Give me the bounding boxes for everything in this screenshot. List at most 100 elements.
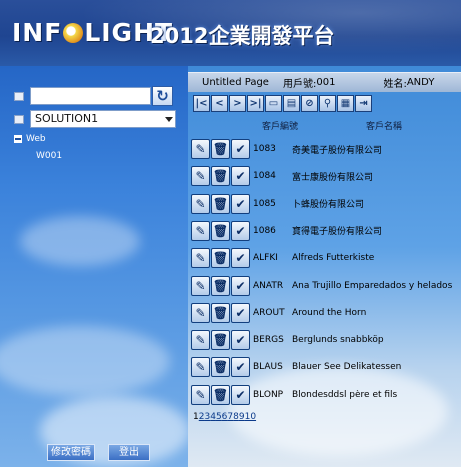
edit-button[interactable]: ✎ bbox=[191, 302, 210, 323]
customer-id-cell: 1083 bbox=[253, 144, 276, 154]
trash-icon: 🗑 bbox=[212, 305, 229, 320]
chevron-down-icon bbox=[165, 117, 173, 122]
edit-button[interactable]: ✎ bbox=[191, 166, 210, 187]
trash-icon: 🗑 bbox=[212, 169, 229, 184]
checkmark-icon: ✔ bbox=[235, 387, 246, 402]
first-page-button[interactable]: |< bbox=[193, 95, 210, 112]
select-button[interactable]: ✔ bbox=[231, 330, 250, 351]
pencil-icon: ✎ bbox=[195, 333, 206, 348]
previous-page-button[interactable]: < bbox=[211, 95, 228, 112]
trash-icon: 🗑 bbox=[212, 278, 229, 293]
refresh-button[interactable]: ↻ bbox=[152, 86, 173, 106]
search-row: ↻ bbox=[14, 86, 173, 106]
customer-id-cell: ANATR bbox=[253, 280, 284, 291]
table-row: ✎ 🗑 ✔ 1084 富士康股份有限公司 bbox=[191, 165, 461, 187]
select-button[interactable]: ✔ bbox=[231, 166, 250, 187]
pager: 12345678910 bbox=[193, 412, 256, 422]
page-link[interactable]: 10 bbox=[245, 412, 256, 422]
select-button[interactable]: ✔ bbox=[231, 384, 250, 405]
customer-name-cell: Alfreds Futterkiste bbox=[292, 253, 375, 264]
customer-name-header[interactable]: 客戶名稱 bbox=[366, 119, 402, 132]
collapse-icon[interactable] bbox=[14, 135, 22, 143]
user-id: 001 bbox=[316, 77, 336, 88]
pencil-icon: ✎ bbox=[195, 251, 206, 266]
pencil-icon: ✎ bbox=[195, 169, 206, 184]
cancel-icon: ⊘ bbox=[305, 98, 314, 109]
delete-button[interactable]: 🗑 bbox=[211, 302, 230, 323]
pencil-icon: ✎ bbox=[195, 387, 206, 402]
delete-button[interactable]: 🗑 bbox=[211, 139, 230, 159]
trash-icon: 🗑 bbox=[212, 251, 229, 266]
customer-name-cell: Around the Horn bbox=[292, 307, 367, 318]
print-preview-button[interactable]: ▤ bbox=[283, 95, 300, 112]
edit-button[interactable]: ✎ bbox=[191, 220, 210, 241]
search-icon: ⚲ bbox=[323, 98, 332, 109]
solution-row: SOLUTION1 bbox=[14, 110, 176, 128]
table-row: ✎ 🗑 ✔ BERGS Berglunds snabbköp bbox=[191, 329, 461, 351]
pencil-icon: ✎ bbox=[195, 223, 206, 238]
trash-icon: 🗑 bbox=[212, 142, 229, 156]
tree-root[interactable]: Web bbox=[14, 134, 46, 144]
first-page-icon: |< bbox=[195, 98, 208, 109]
solution-icon bbox=[14, 114, 24, 124]
table-row: ✎ 🗑 ✔ BLONP Blondesddsl père et fils bbox=[191, 384, 461, 406]
select-button[interactable]: ✔ bbox=[231, 275, 250, 296]
delete-button[interactable]: 🗑 bbox=[211, 357, 230, 378]
edit-button[interactable]: ✎ bbox=[191, 139, 210, 159]
delete-button[interactable]: 🗑 bbox=[211, 330, 230, 351]
next-page-icon: > bbox=[233, 98, 242, 109]
search-input[interactable] bbox=[30, 87, 151, 105]
select-button[interactable]: ✔ bbox=[231, 357, 250, 378]
cancel-button[interactable]: ⊘ bbox=[301, 95, 318, 112]
select-button[interactable]: ✔ bbox=[231, 220, 250, 241]
checkmark-icon: ✔ bbox=[235, 196, 246, 211]
delete-button[interactable]: 🗑 bbox=[211, 275, 230, 296]
checkmark-icon: ✔ bbox=[235, 142, 246, 156]
search-button[interactable]: ⚲ bbox=[319, 95, 336, 112]
trash-icon: 🗑 bbox=[212, 387, 229, 402]
edit-button[interactable]: ✎ bbox=[191, 275, 210, 296]
refresh-arrow-icon: ↻ bbox=[156, 87, 169, 105]
user-name: ANDY bbox=[406, 77, 435, 88]
print-icon: ▦ bbox=[340, 98, 351, 109]
customer-id-cell: 1085 bbox=[253, 198, 276, 209]
edit-button[interactable]: ✎ bbox=[191, 248, 210, 269]
select-button[interactable]: ✔ bbox=[231, 302, 250, 323]
delete-button[interactable]: 🗑 bbox=[211, 166, 230, 187]
customer-name-cell: Berglunds snabbköp bbox=[292, 335, 384, 346]
change-password-button[interactable]: 修改密碼 bbox=[47, 444, 95, 461]
page-title: Untitled Page bbox=[202, 77, 269, 88]
main-content: Untitled Page 用戶號: 001 姓名: ANDY |< < > >| … bbox=[188, 66, 461, 467]
delete-button[interactable]: 🗑 bbox=[211, 248, 230, 269]
select-button[interactable]: ✔ bbox=[231, 193, 250, 214]
edit-button[interactable]: ✎ bbox=[191, 193, 210, 214]
open-button[interactable]: ▭ bbox=[265, 95, 282, 112]
customer-name-cell: 富士康股份有限公司 bbox=[292, 172, 374, 183]
app-header: INF LIGHT 2012企業開發平台 bbox=[0, 0, 461, 66]
select-button[interactable]: ✔ bbox=[231, 248, 250, 269]
print-button[interactable]: ▦ bbox=[337, 95, 354, 112]
trash-icon: 🗑 bbox=[212, 196, 229, 211]
delete-button[interactable]: 🗑 bbox=[211, 220, 230, 241]
delete-button[interactable]: 🗑 bbox=[211, 193, 230, 214]
customer-name-cell: 卜蜂股份有限公司 bbox=[292, 200, 365, 211]
export-icon: ⇥ bbox=[359, 98, 368, 109]
next-page-button[interactable]: > bbox=[229, 95, 246, 112]
tree-item-w001[interactable]: W001 bbox=[36, 151, 62, 161]
edit-button[interactable]: ✎ bbox=[191, 384, 210, 405]
checkmark-icon: ✔ bbox=[235, 333, 246, 348]
table-row: ✎ 🗑 ✔ 1085 卜蜂股份有限公司 bbox=[191, 193, 461, 215]
table-row: ✎ 🗑 ✔ 1083 奇美電子股份有限公司 bbox=[191, 138, 461, 160]
delete-button[interactable]: 🗑 bbox=[211, 384, 230, 405]
checkmark-icon: ✔ bbox=[235, 278, 246, 293]
customer-id-header[interactable]: 客戶編號 bbox=[262, 119, 298, 132]
edit-button[interactable]: ✎ bbox=[191, 357, 210, 378]
solution-select[interactable]: SOLUTION1 bbox=[30, 110, 176, 128]
edit-button[interactable]: ✎ bbox=[191, 330, 210, 351]
last-page-button[interactable]: >| bbox=[247, 95, 264, 112]
export-button[interactable]: ⇥ bbox=[355, 95, 372, 112]
page-info-bar: Untitled Page 用戶號: 001 姓名: ANDY bbox=[188, 72, 461, 92]
logout-button[interactable]: 登出 bbox=[108, 444, 150, 461]
select-button[interactable]: ✔ bbox=[231, 139, 250, 159]
sidebar: ↻ SOLUTION1 Web W001 修改密碼 登出 bbox=[0, 66, 188, 467]
